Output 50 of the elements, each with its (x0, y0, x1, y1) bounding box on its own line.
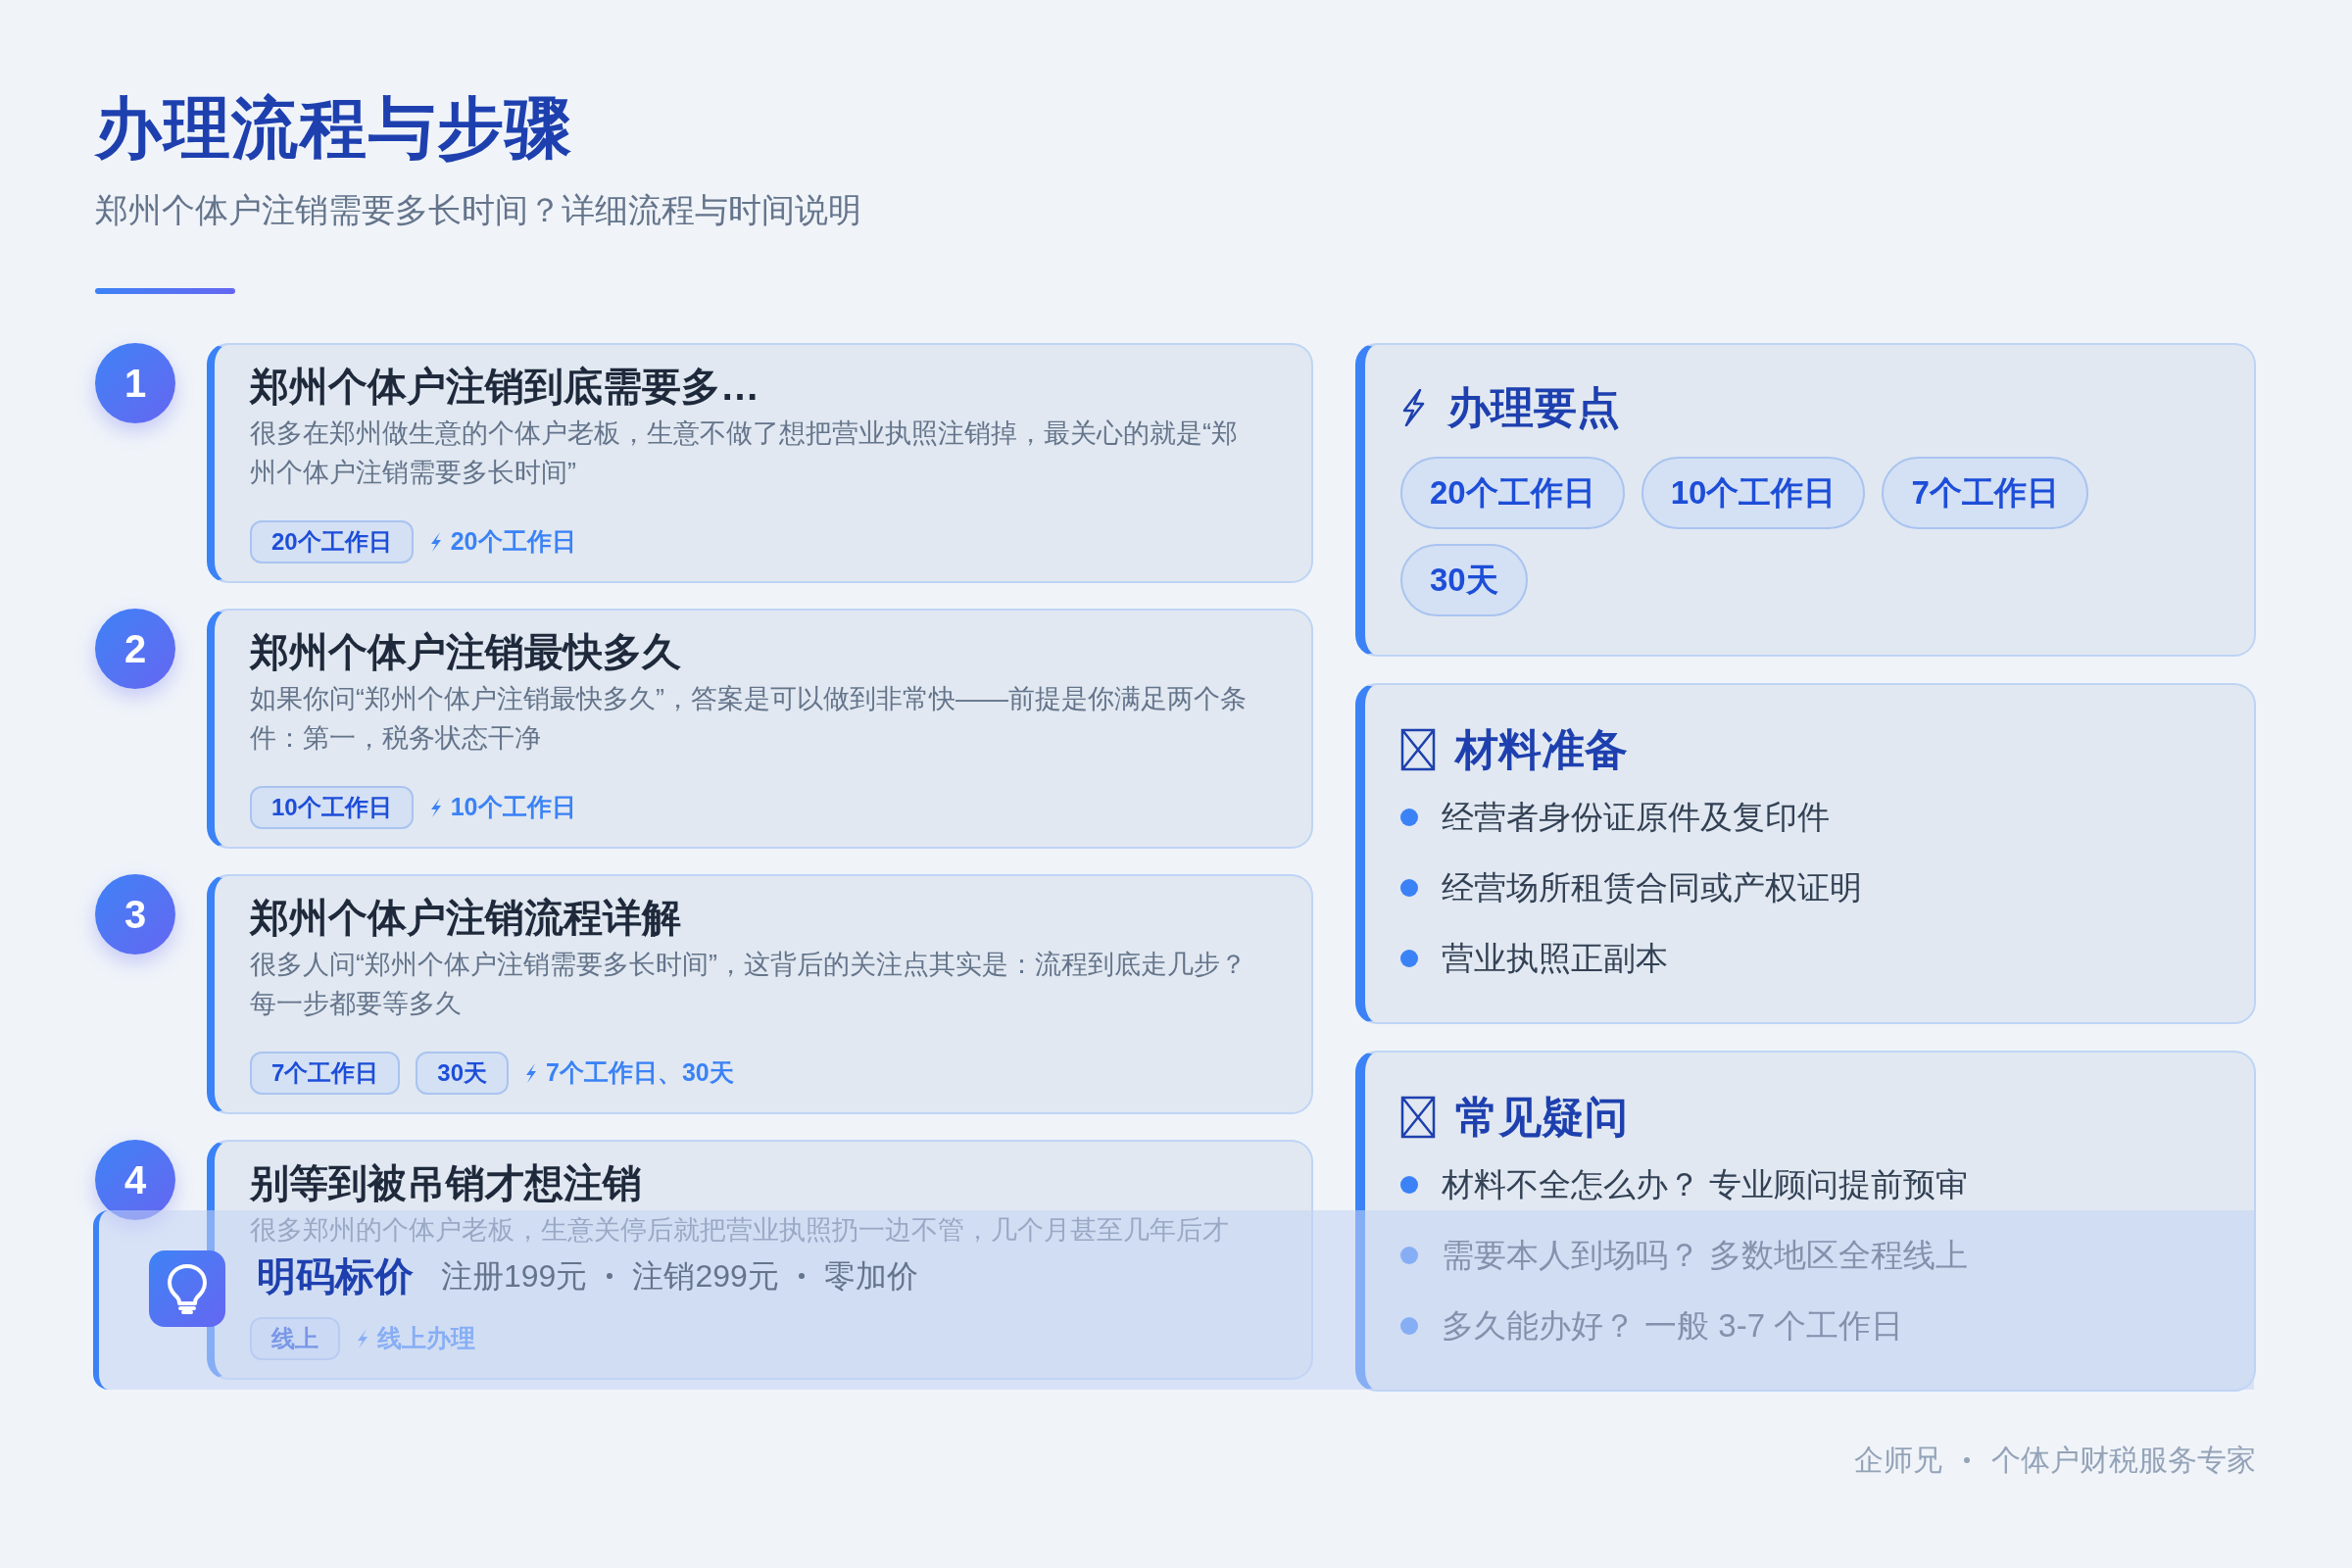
page-title: 办理流程与步骤 (95, 89, 574, 167)
list-item: 材料不全怎么办？ 专业顾问提前预审 (1442, 1165, 1969, 1204)
card-title: 办理要点 (1447, 382, 1620, 433)
time-tag: 20个工作日 (250, 520, 414, 564)
list-item: 经营场所租赁合同或产权证明 (1442, 868, 1862, 907)
list-item: 多久能办好？ 一般 3-7 个工作日 (1442, 1306, 1904, 1346)
step-description: 很多在郑州做生意的个体户老板，生意不做了想把营业执照注销掉，最关心的就是“郑州个体户注销需要多长时间” (250, 417, 1239, 489)
highlight-text: 20个工作日 (450, 526, 576, 558)
card-title: 常见疑问 (1455, 1092, 1628, 1143)
box-icon (1400, 1096, 1436, 1139)
box-icon (1400, 728, 1436, 771)
time-tag: 7个工作日 (250, 1052, 401, 1095)
step-title: 郑州个体户注销流程详解 (250, 895, 682, 941)
step-title: 别等到被吊销才想注销 (250, 1160, 643, 1206)
time-tag: 30天 (1400, 544, 1528, 616)
time-tag: 30天 (416, 1052, 510, 1095)
banner-title: 明码标价 (257, 1253, 414, 1299)
step-number: 2 (95, 609, 175, 689)
step-number: 3 (95, 874, 175, 955)
lightbulb-icon (149, 1250, 225, 1327)
step-number: 1 (95, 343, 175, 423)
lightning-icon (428, 531, 443, 553)
highlight-text: 10个工作日 (450, 792, 576, 823)
footer-tagline: 个体户财税服务专家 (1991, 1443, 2256, 1478)
step-description: 如果你问“郑州个体户注销最快多久”，答案是可以做到非常快——前提是你满足两个条件：第一，税务状态干净 (250, 683, 1248, 755)
step-number: 4 (95, 1140, 175, 1220)
page-subtitle: 郑州个体户注销需要多长时间？详细流程与时间说明 (95, 190, 862, 230)
time-tag: 10个工作日 (1641, 457, 1866, 529)
step-title: 郑州个体户注销最快多久 (250, 629, 682, 675)
time-tag: 20个工作日 (1400, 457, 1625, 529)
card-title: 材料准备 (1455, 724, 1628, 775)
lightning-icon (524, 1062, 539, 1084)
list-item: 经营者身份证原件及复印件 (1442, 798, 1830, 837)
list-item: 营业执照正副本 (1442, 939, 1668, 978)
time-tag: 10个工作日 (250, 786, 414, 829)
lightning-icon (428, 797, 443, 818)
price-text: 注销299元 (632, 1257, 779, 1296)
step-description: 很多人问“郑州个体户注销需要多长时间”，这背后的关注点其实是：流程到底走几步？每一步都要等多久 (250, 949, 1248, 1020)
price-text: 注册199元 (441, 1257, 588, 1296)
step-title: 郑州个体户注销到底需要多… (250, 364, 760, 410)
lightning-icon (1400, 389, 1426, 426)
step-description: 很多郑州的个体户老板，生意关停后就把营业执照扔一边不管，几个月甚至几年后才 (250, 1214, 1230, 1247)
highlight-text: 7个工作日、30天 (546, 1057, 734, 1089)
list-item: 需要本人到场吗？ 多数地区全程线上 (1442, 1236, 1969, 1275)
time-tag: 线上 (250, 1317, 340, 1360)
footer-brand: 企师兄 (1854, 1443, 1942, 1478)
highlight-text: 线上办理 (377, 1323, 475, 1354)
lightning-icon (356, 1328, 369, 1349)
time-tag: 7个工作日 (1882, 457, 2088, 529)
price-text: 零加价 (823, 1257, 918, 1296)
